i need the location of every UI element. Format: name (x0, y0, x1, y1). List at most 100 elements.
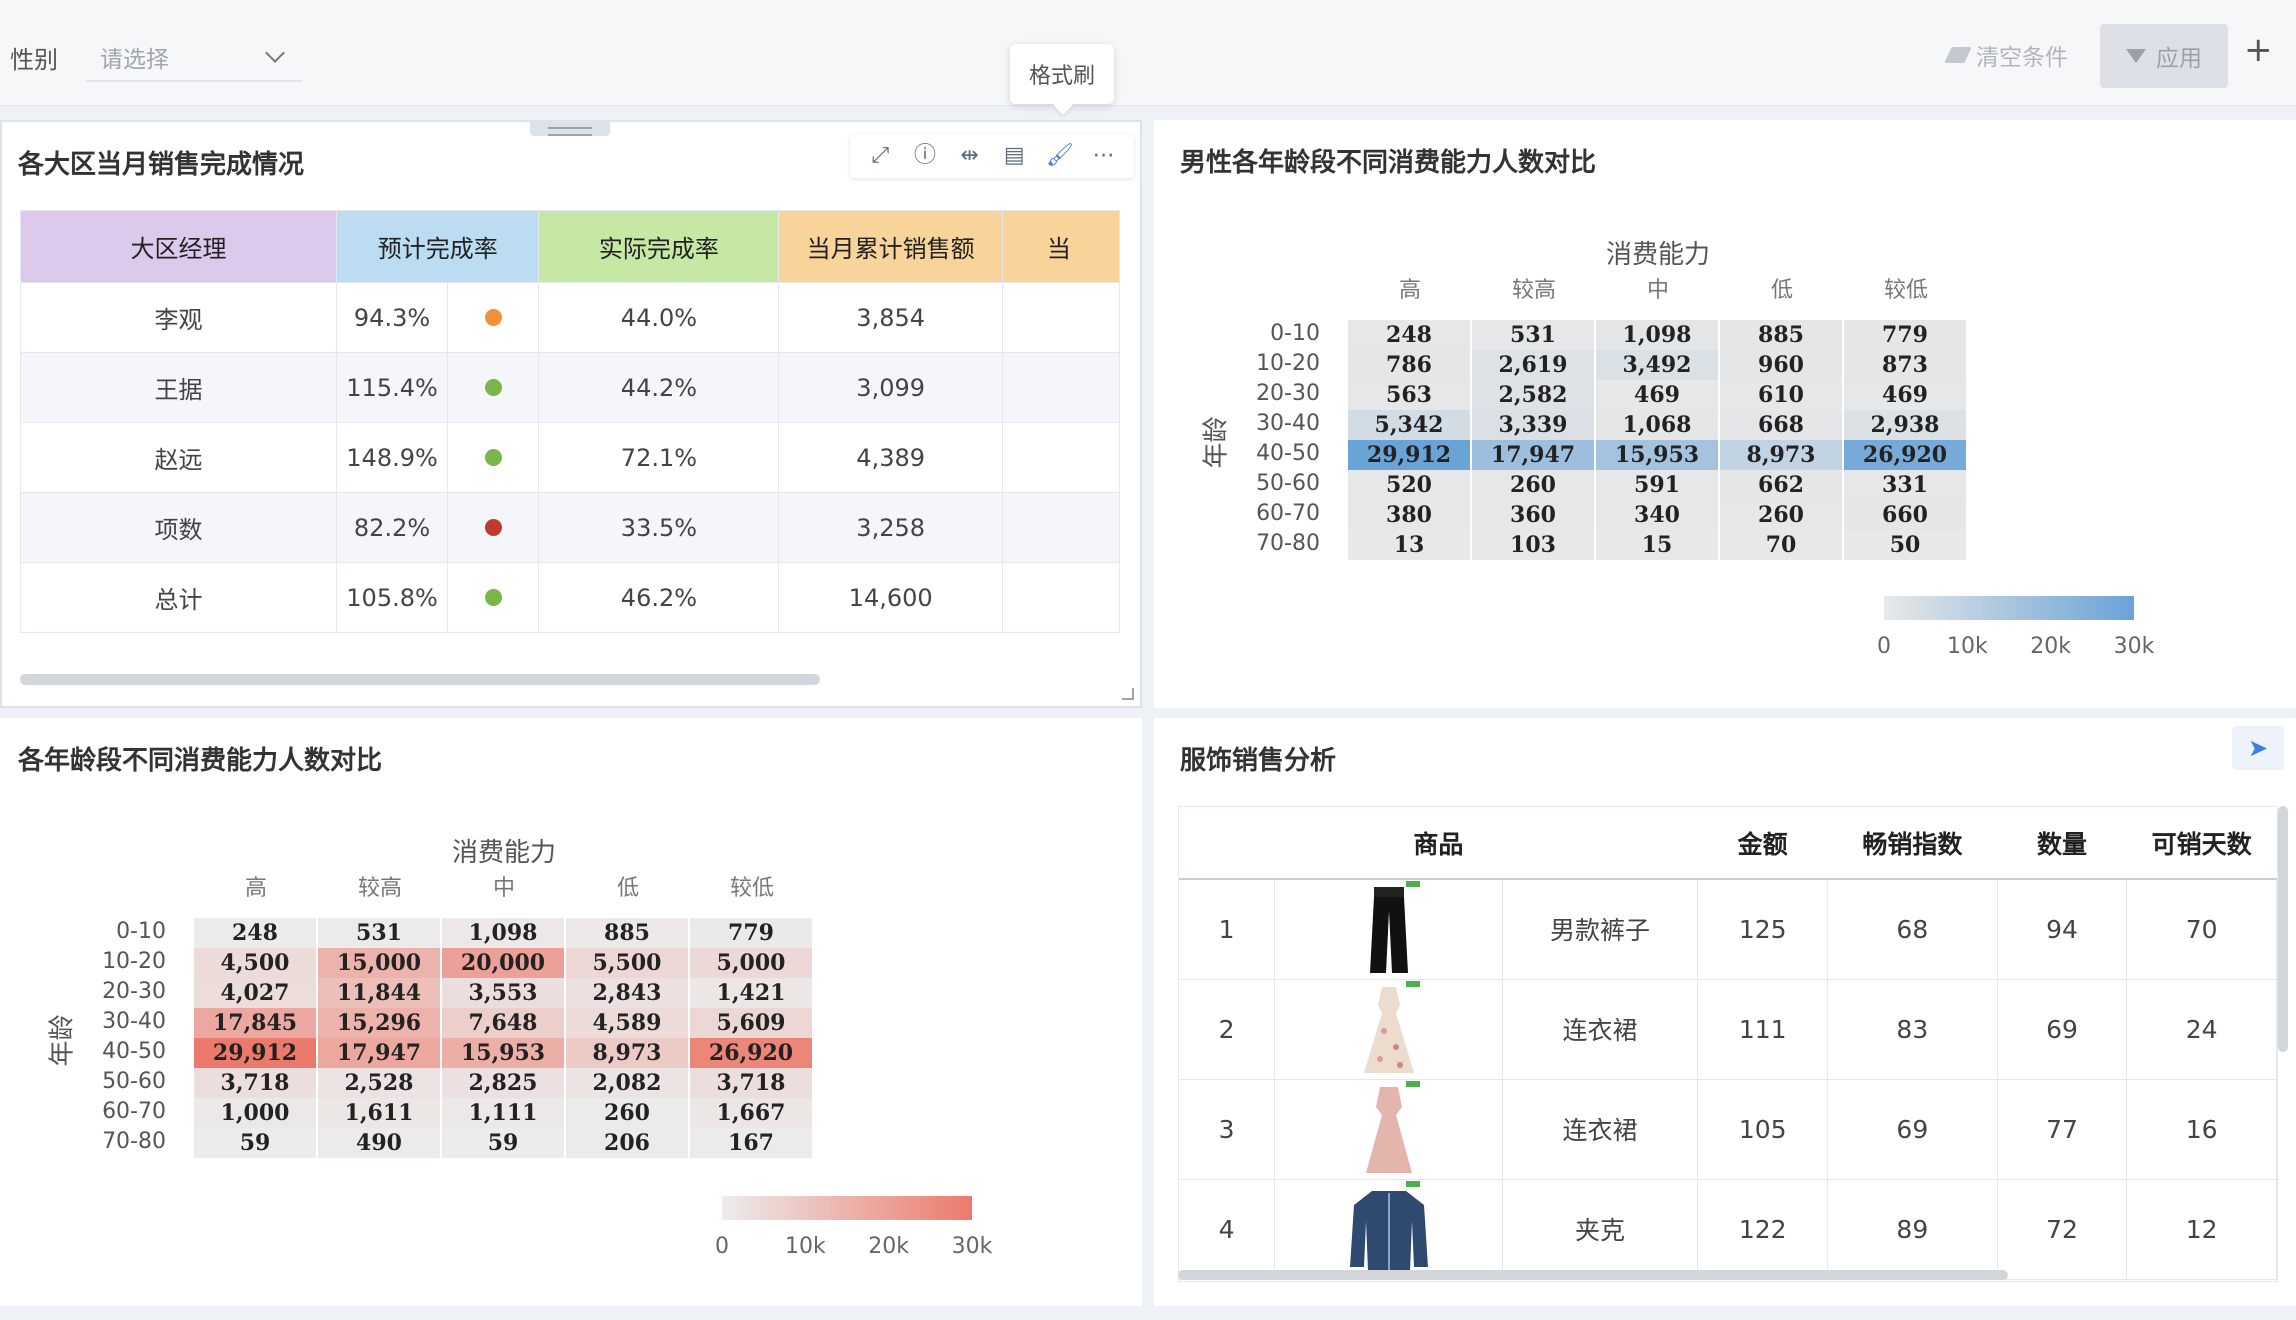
table-row[interactable]: 1 男款裤子 125 68 94 70 (1179, 879, 2277, 980)
heatmap-cell[interactable]: 2,938 (1844, 410, 1968, 440)
heatmap-cell[interactable]: 885 (1720, 320, 1844, 350)
send-icon[interactable]: ➤ (2232, 726, 2284, 770)
heatmap-cell[interactable]: 469 (1596, 380, 1720, 410)
fit-width-icon[interactable]: ⇹ (957, 144, 983, 168)
drag-handle[interactable] (530, 122, 610, 136)
column-header-product[interactable]: 商品 (1179, 807, 1698, 880)
format-painter-icon[interactable]: 🖌 (1046, 144, 1074, 168)
horizontal-scrollbar[interactable] (1178, 1270, 2008, 1280)
vertical-scrollbar[interactable] (2278, 806, 2288, 1052)
heatmap-cell[interactable]: 248 (194, 918, 318, 948)
heatmap-cell[interactable]: 1,098 (442, 918, 566, 948)
heatmap-cell[interactable]: 4,500 (194, 948, 318, 978)
heatmap-cell[interactable]: 3,553 (442, 978, 566, 1008)
heatmap-cell[interactable]: 260 (1720, 500, 1844, 530)
heatmap-cell[interactable]: 70 (1720, 530, 1844, 560)
column-header[interactable]: 实际完成率 (538, 210, 780, 283)
heatmap-cell[interactable]: 360 (1472, 500, 1596, 530)
heatmap-cell[interactable]: 3,339 (1472, 410, 1596, 440)
heatmap-cell[interactable]: 8,973 (566, 1038, 690, 1068)
column-header[interactable]: 当月累计销售额 (778, 210, 1003, 283)
apply-button[interactable]: 应用 (2100, 24, 2228, 88)
table-row[interactable]: 3 连衣裙 105 69 77 16 (1179, 1079, 2277, 1180)
heatmap-cell[interactable]: 331 (1844, 470, 1968, 500)
column-header[interactable]: 数量 (1997, 807, 2127, 880)
heatmap-cell[interactable]: 873 (1844, 350, 1968, 380)
heatmap-cell[interactable]: 103 (1472, 530, 1596, 560)
heatmap-cell[interactable]: 2,619 (1472, 350, 1596, 380)
heatmap-cell[interactable]: 13 (1348, 530, 1472, 560)
heatmap-cell[interactable]: 1,098 (1596, 320, 1720, 350)
heatmap-cell[interactable]: 4,027 (194, 978, 318, 1008)
heatmap-cell[interactable]: 1,000 (194, 1098, 318, 1128)
heatmap-cell[interactable]: 17,947 (1472, 440, 1596, 470)
heatmap-cell[interactable]: 5,500 (566, 948, 690, 978)
horizontal-scrollbar[interactable] (20, 674, 820, 685)
heatmap-cell[interactable]: 4,589 (566, 1008, 690, 1038)
heatmap-cell[interactable]: 15,953 (1596, 440, 1720, 470)
heatmap-cell[interactable]: 591 (1596, 470, 1720, 500)
heatmap-cell[interactable]: 5,342 (1348, 410, 1472, 440)
heatmap-cell[interactable]: 29,912 (194, 1038, 318, 1068)
heatmap-cell[interactable]: 786 (1348, 350, 1472, 380)
heatmap-cell[interactable]: 340 (1596, 500, 1720, 530)
heatmap-cell[interactable]: 885 (566, 918, 690, 948)
table-row[interactable]: 4 夹克 122 89 72 12 (1179, 1179, 2277, 1280)
heatmap-cell[interactable]: 206 (566, 1128, 690, 1158)
heatmap-cell[interactable]: 2,825 (442, 1068, 566, 1098)
column-header[interactable]: 预计完成率 (336, 210, 540, 283)
heatmap-cell[interactable]: 15,296 (318, 1008, 442, 1038)
heatmap-cell[interactable]: 17,845 (194, 1008, 318, 1038)
column-header[interactable]: 畅销指数 (1827, 807, 1998, 880)
heatmap-cell[interactable]: 469 (1844, 380, 1968, 410)
info-icon[interactable]: ⓘ (912, 144, 938, 168)
column-header[interactable]: 当 (1001, 210, 1120, 283)
heatmap-cell[interactable]: 3,718 (194, 1068, 318, 1098)
add-filter-button[interactable]: + (2244, 30, 2273, 70)
heatmap-cell[interactable]: 59 (442, 1128, 566, 1158)
column-header[interactable]: 大区经理 (20, 210, 338, 283)
table-row[interactable]: 2 连衣裙 111 83 69 24 (1179, 979, 2277, 1080)
heatmap-cell[interactable]: 779 (690, 918, 814, 948)
heatmap-cell[interactable]: 15 (1596, 530, 1720, 560)
heatmap-cell[interactable]: 1,111 (442, 1098, 566, 1128)
heatmap-cell[interactable]: 668 (1720, 410, 1844, 440)
resize-handle[interactable] (1122, 688, 1134, 700)
heatmap-cell[interactable]: 563 (1348, 380, 1472, 410)
heatmap-cell[interactable]: 660 (1844, 500, 1968, 530)
heatmap-cell[interactable]: 531 (1472, 320, 1596, 350)
heatmap-cell[interactable]: 960 (1720, 350, 1844, 380)
heatmap-cell[interactable]: 610 (1720, 380, 1844, 410)
heatmap-cell[interactable]: 2,582 (1472, 380, 1596, 410)
heatmap-cell[interactable]: 248 (1348, 320, 1472, 350)
heatmap-cell[interactable]: 26,920 (1844, 440, 1968, 470)
column-header[interactable]: 可销天数 (2126, 807, 2277, 880)
clear-filters-button[interactable]: 清空条件 (1944, 38, 2068, 72)
expand-icon[interactable]: ⤢ (867, 144, 893, 168)
heatmap-cell[interactable]: 5,609 (690, 1008, 814, 1038)
heatmap-cell[interactable]: 11,844 (318, 978, 442, 1008)
heatmap-cell[interactable]: 260 (1472, 470, 1596, 500)
heatmap-cell[interactable]: 1,667 (690, 1098, 814, 1128)
heatmap-cell[interactable]: 531 (318, 918, 442, 948)
heatmap-cell[interactable]: 1,421 (690, 978, 814, 1008)
heatmap-cell[interactable]: 3,718 (690, 1068, 814, 1098)
heatmap-cell[interactable]: 490 (318, 1128, 442, 1158)
heatmap-cell[interactable]: 2,082 (566, 1068, 690, 1098)
heatmap-cell[interactable]: 779 (1844, 320, 1968, 350)
heatmap-cell[interactable]: 2,843 (566, 978, 690, 1008)
heatmap-cell[interactable]: 15,000 (318, 948, 442, 978)
heatmap-cell[interactable]: 2,528 (318, 1068, 442, 1098)
heatmap-cell[interactable]: 3,492 (1596, 350, 1720, 380)
heatmap-cell[interactable]: 8,973 (1720, 440, 1844, 470)
more-icon[interactable]: ⋯ (1091, 144, 1117, 168)
gender-select[interactable]: 请选择 (86, 30, 302, 82)
heatmap-cell[interactable]: 662 (1720, 470, 1844, 500)
heatmap-cell[interactable]: 50 (1844, 530, 1968, 560)
heatmap-cell[interactable]: 17,947 (318, 1038, 442, 1068)
heatmap-cell[interactable]: 29,912 (1348, 440, 1472, 470)
heatmap-cell[interactable]: 1,611 (318, 1098, 442, 1128)
heatmap-cell[interactable]: 7,648 (442, 1008, 566, 1038)
table-settings-icon[interactable]: ▤ (1001, 144, 1027, 168)
heatmap-cell[interactable]: 26,920 (690, 1038, 814, 1068)
